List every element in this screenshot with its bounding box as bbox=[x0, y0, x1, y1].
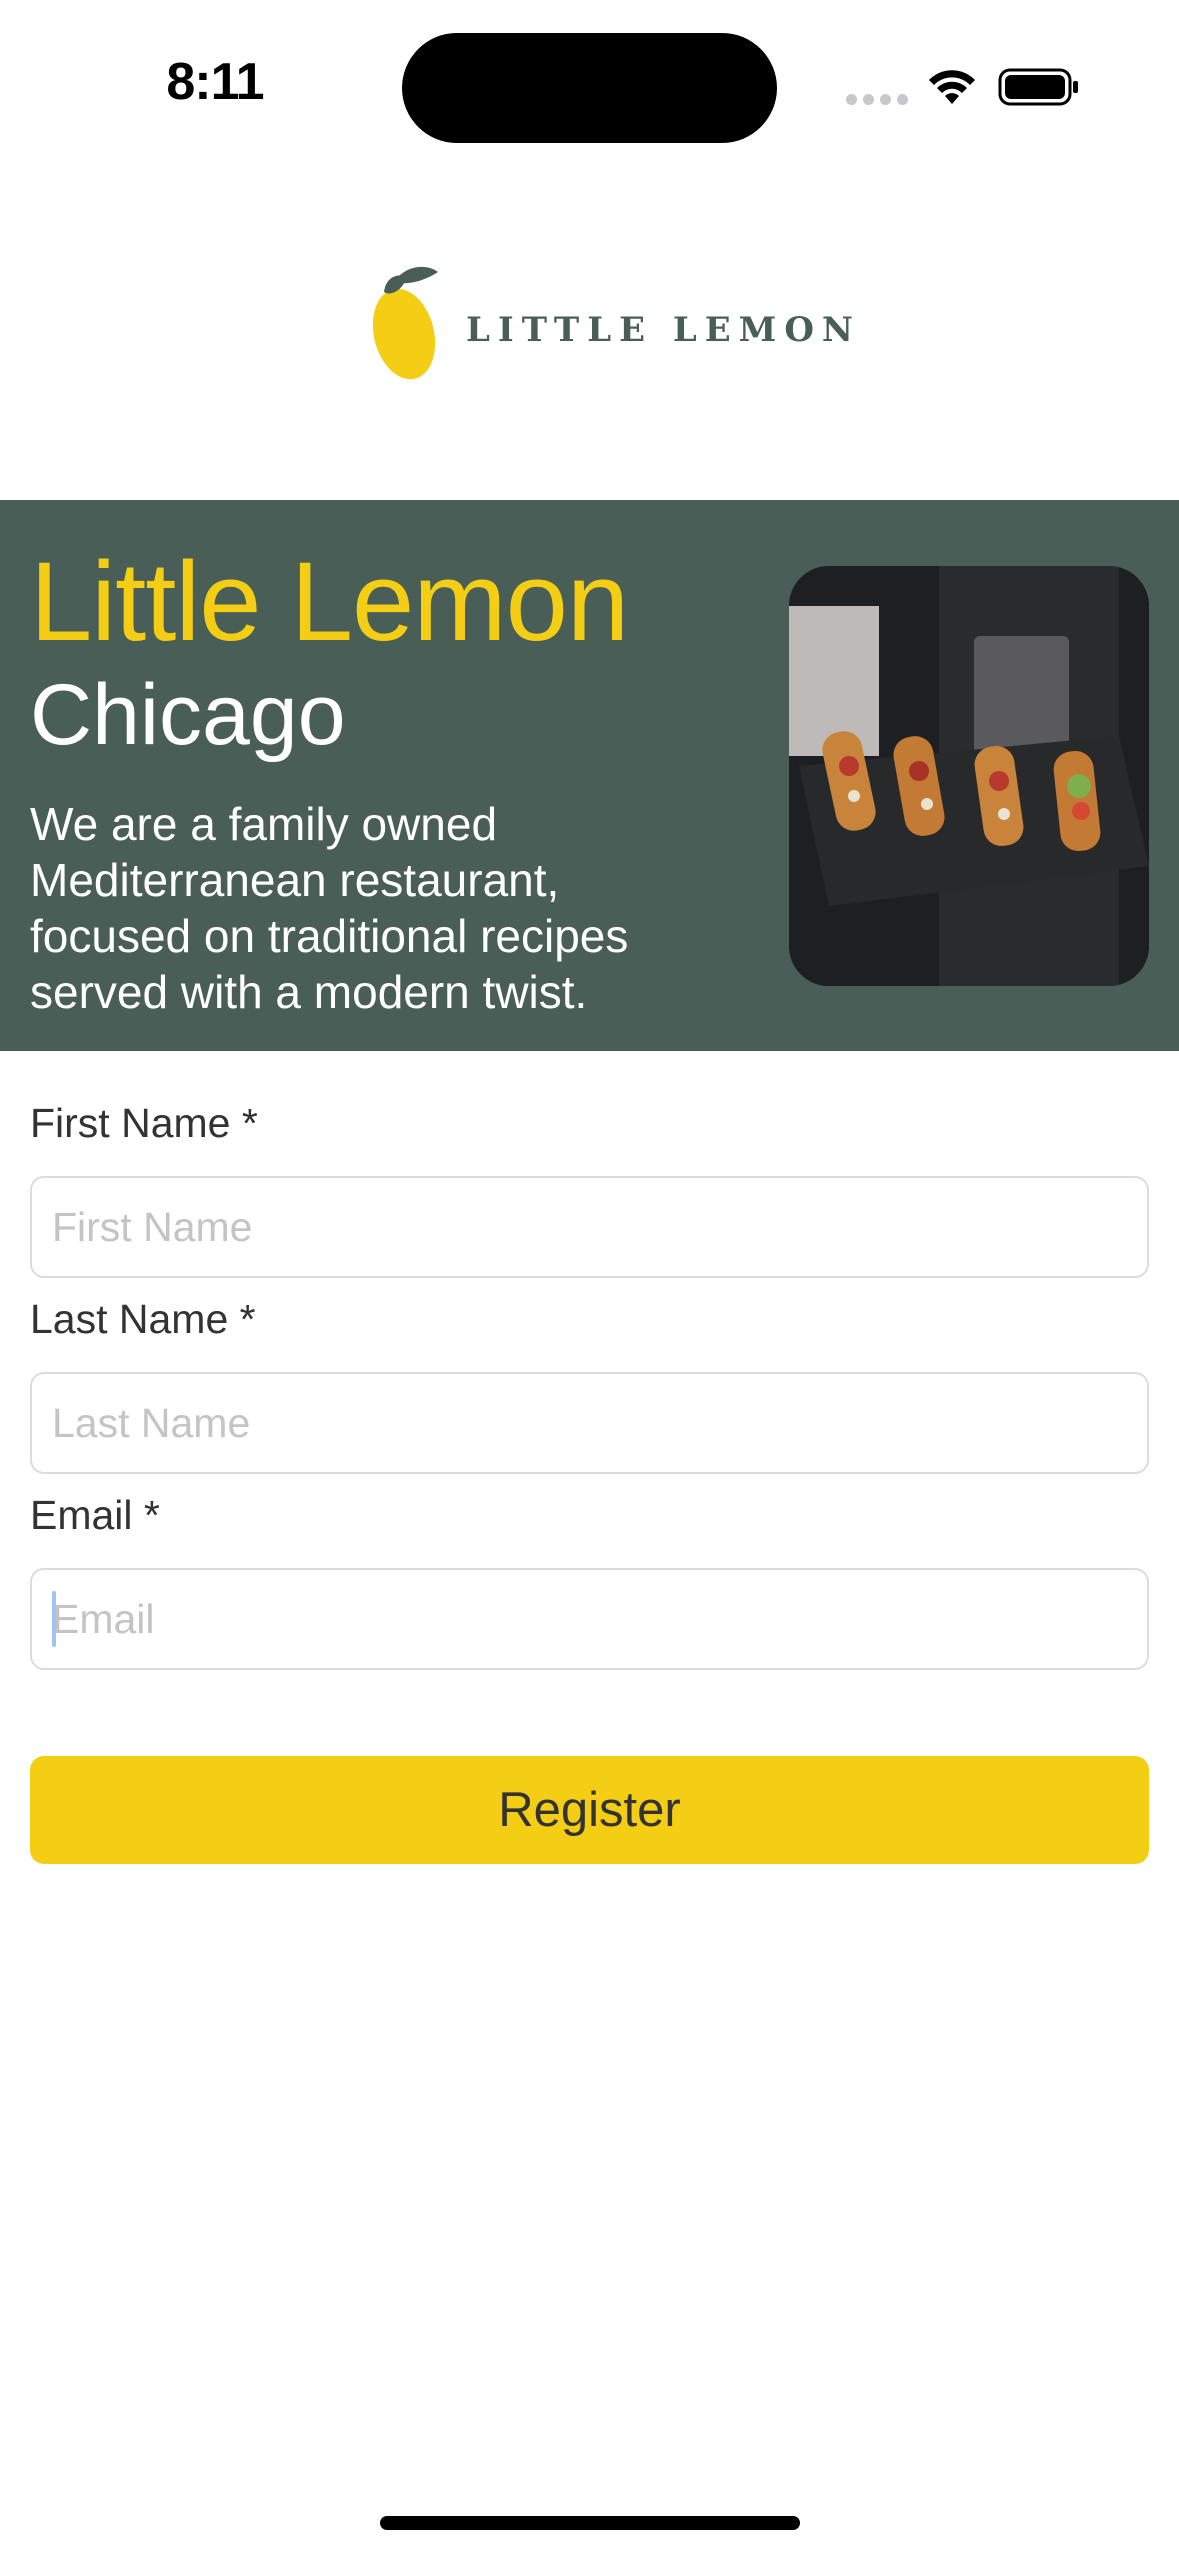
logo-wordmark: LITTLE LEMON bbox=[466, 310, 862, 350]
little-lemon-logo: LITTLE LEMON bbox=[366, 262, 853, 392]
email-label: Email * bbox=[30, 1492, 160, 1538]
hero-banner: Little Lemon Chicago We are a family own… bbox=[0, 500, 1179, 1051]
last-name-label: Last Name * bbox=[30, 1296, 256, 1342]
home-indicator[interactable] bbox=[380, 2516, 800, 2530]
food-tray-image bbox=[789, 566, 1149, 986]
status-time: 8:11 bbox=[166, 53, 264, 111]
battery-icon bbox=[998, 68, 1078, 106]
last-name-input[interactable] bbox=[30, 1372, 1149, 1474]
hero-subtitle: Chicago bbox=[30, 667, 346, 763]
email-input[interactable] bbox=[30, 1568, 1149, 1670]
hero-title: Little Lemon bbox=[30, 539, 629, 664]
text-cursor bbox=[52, 1591, 56, 1647]
first-name-label: First Name * bbox=[30, 1100, 258, 1146]
register-button[interactable]: Register bbox=[30, 1756, 1149, 1864]
hero-description: We are a family owned Mediterranean rest… bbox=[30, 798, 629, 1018]
dynamic-island bbox=[402, 33, 777, 143]
lemon-icon bbox=[372, 266, 438, 380]
wifi-icon bbox=[929, 70, 975, 104]
first-name-input[interactable] bbox=[30, 1176, 1149, 1278]
onboarding-screen: 8:11 LITTLE LEMON Little Lemon Chicago W… bbox=[0, 0, 1179, 2556]
cellular-signal-icon bbox=[846, 94, 908, 105]
